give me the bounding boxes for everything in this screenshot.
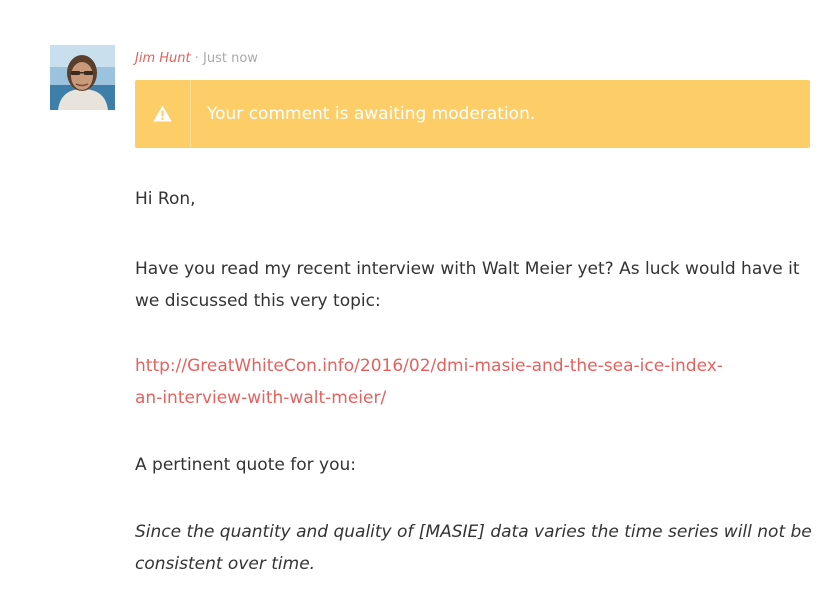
moderation-notice: Your comment is awaiting moderation.: [135, 80, 810, 148]
comment-quote-intro: A pertinent quote for you:: [135, 455, 356, 475]
comment-question: Have you read my recent interview with W…: [135, 259, 800, 311]
comment-quote: Since the quantity and quality of [MASIE…: [135, 522, 812, 574]
interview-link[interactable]: http://GreatWhiteCon.info/2016/02/dmi-ma…: [135, 356, 723, 408]
meta-separator: ·: [194, 51, 199, 66]
notice-icon-box: [135, 80, 191, 148]
avatar-image: [50, 45, 115, 110]
interview-link-line1: http://GreatWhiteCon.info/2016/02/dmi-ma…: [135, 356, 723, 376]
comment-meta: Jim Hunt · Just now: [135, 50, 258, 68]
comment-greeting: Hi Ron,: [135, 189, 196, 209]
author-link[interactable]: Jim Hunt: [135, 51, 191, 66]
comment-link-paragraph: http://GreatWhiteCon.info/2016/02/dmi-ma…: [135, 350, 825, 414]
interview-link-line2: an-interview-with-walt-meier/: [135, 388, 387, 408]
notice-text: Your comment is awaiting moderation.: [207, 104, 536, 124]
warning-icon: [153, 105, 172, 122]
comment: Jim Hunt · Just now Your comment is awai…: [0, 0, 838, 591]
comment-time: Just now: [203, 51, 258, 66]
avatar[interactable]: [50, 45, 115, 110]
